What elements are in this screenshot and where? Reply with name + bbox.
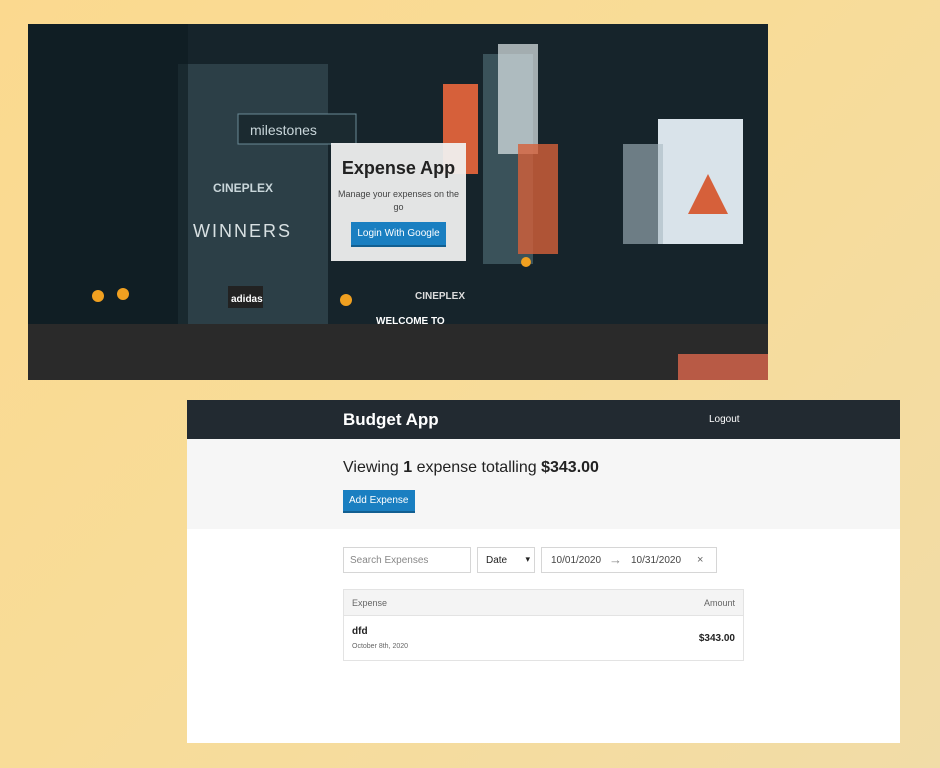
arrow-right-icon: → (609, 552, 622, 567)
summary-total: $343.00 (541, 459, 599, 476)
date-range-picker[interactable]: 10/01/2020 → 10/31/2020 × (541, 547, 717, 573)
summary-text: Viewing 1 expense totalling $343.00 (343, 459, 599, 477)
summary-middle: expense totalling (416, 459, 537, 476)
add-expense-button[interactable]: Add Expense (343, 490, 415, 513)
app-header: Budget App Logout (187, 400, 900, 439)
end-date-input[interactable]: 10/31/2020 (631, 555, 681, 566)
winners-sign: WINNERS (193, 221, 292, 241)
table-row[interactable]: dfd October 8th, 2020 $343.00 (344, 616, 743, 661)
milestones-sign: milestones (250, 122, 317, 138)
search-input[interactable]: Search Expenses (343, 547, 471, 573)
adidas-sign: adidas (231, 294, 263, 305)
sort-select[interactable]: Date ▾ (477, 547, 535, 573)
welcome-sign: WELCOME TO (376, 316, 445, 327)
budget-app-screenshot: Budget App Logout Viewing 1 expense tota… (187, 400, 900, 743)
logout-button[interactable]: Logout (709, 414, 740, 425)
summary-prefix: Viewing (343, 459, 399, 476)
expense-date: October 8th, 2020 (352, 643, 409, 650)
login-title: Expense App (341, 158, 456, 178)
expense-filters: Search Expenses Date ▾ 10/01/2020 → 10/3… (343, 547, 717, 573)
login-card: Expense App Manage your expenses on the … (331, 143, 466, 261)
expense-summary: Viewing 1 expense totalling $343.00 Add … (187, 439, 900, 529)
expense-table: Expense Amount dfd October 8th, 2020 $34… (343, 589, 744, 661)
chevron-down-icon: ▾ (525, 554, 530, 564)
column-header-expense: Expense (352, 598, 388, 608)
login-screenshot: milestones CINEPLEX WINNERS adidas WELCO… (28, 24, 768, 380)
table-header: Expense Amount (344, 590, 743, 616)
login-with-google-button[interactable]: Login With Google (351, 222, 446, 247)
start-date-input[interactable]: 10/01/2020 (551, 555, 601, 566)
cineplex-sign: CINEPLEX (213, 181, 273, 195)
sort-select-value: Date (486, 555, 508, 566)
summary-count: 1 (403, 459, 413, 476)
column-header-amount: Amount (703, 598, 735, 608)
expense-amount: $343.00 (698, 633, 735, 644)
expense-name[interactable]: dfd (352, 626, 368, 637)
clear-dates-icon[interactable]: × (697, 554, 703, 566)
login-subtitle: Manage your expenses on the go (337, 189, 460, 212)
app-title[interactable]: Budget App (343, 410, 439, 430)
cineplex-sign-2: CINEPLEX (415, 291, 465, 302)
